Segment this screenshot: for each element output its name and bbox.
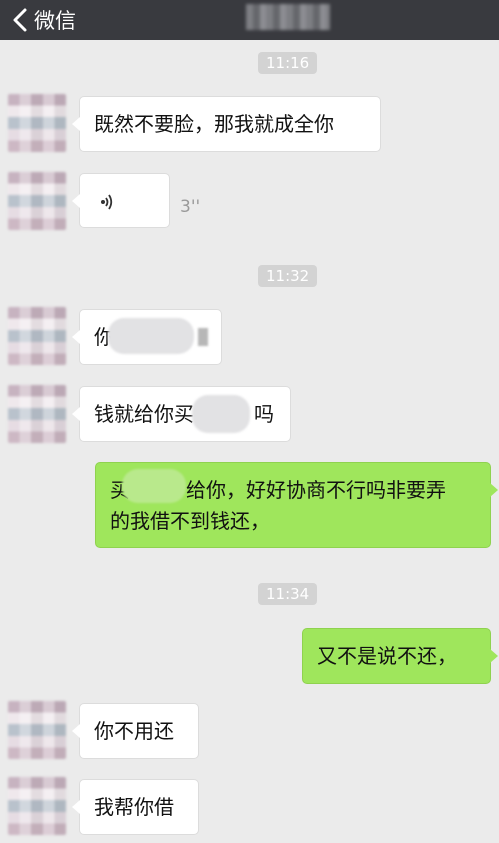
voice-duration: 3'' <box>180 197 201 217</box>
contact-avatar[interactable] <box>8 385 66 443</box>
message-text: 我帮你借 <box>94 795 174 819</box>
timestamp: 11:16 <box>258 52 318 74</box>
contact-avatar[interactable] <box>8 307 66 365</box>
voice-message-bubble[interactable] <box>72 173 170 228</box>
contact-avatar[interactable] <box>8 701 66 759</box>
message-text-suffix: 吗 <box>254 402 274 426</box>
chevron-left-icon <box>13 8 27 32</box>
redaction-fragment <box>198 328 208 346</box>
back-button[interactable]: 微信 <box>10 3 76 37</box>
message-bubble[interactable]: 钱就给你买 吗 <box>72 386 291 442</box>
contact-avatar[interactable] <box>8 94 66 152</box>
my-message-bubble[interactable]: 买 给你，好好协商不行吗非要弄 的我借不到钱还， <box>95 462 498 548</box>
contact-avatar[interactable] <box>8 172 66 230</box>
message-text: 你不用还 <box>94 719 174 743</box>
message-bubble[interactable]: 你不用还 <box>72 703 199 759</box>
nav-bar: 微信 网友 <box>0 0 499 40</box>
message-bubble[interactable]: 我帮你借 <box>72 779 199 835</box>
timestamp: 11:34 <box>258 583 318 605</box>
my-message-bubble[interactable]: 又不是说不还， <box>302 628 498 684</box>
message-text: 又不是说不还， <box>317 644 457 668</box>
voice-wave-icon <box>101 194 113 210</box>
redaction-mask <box>122 469 186 503</box>
message-bubble[interactable]: 你 <box>72 309 222 365</box>
back-label: 微信 <box>34 9 76 33</box>
message-bubble[interactable]: 既然不要脸，那我就成全你 <box>72 96 381 152</box>
message-text-prefix: 钱就给你买 <box>94 402 194 426</box>
timestamp: 11:32 <box>258 265 318 287</box>
message-text: 的我借不到钱还， <box>110 509 270 533</box>
redaction-mask <box>108 318 194 354</box>
message-text: 既然不要脸，那我就成全你 <box>94 112 334 136</box>
redaction-mask <box>192 395 250 433</box>
message-text: 给你，好好协商不行吗非要弄 <box>186 478 446 502</box>
chat-title: 网友 <box>246 4 330 30</box>
contact-avatar[interactable] <box>8 777 66 835</box>
